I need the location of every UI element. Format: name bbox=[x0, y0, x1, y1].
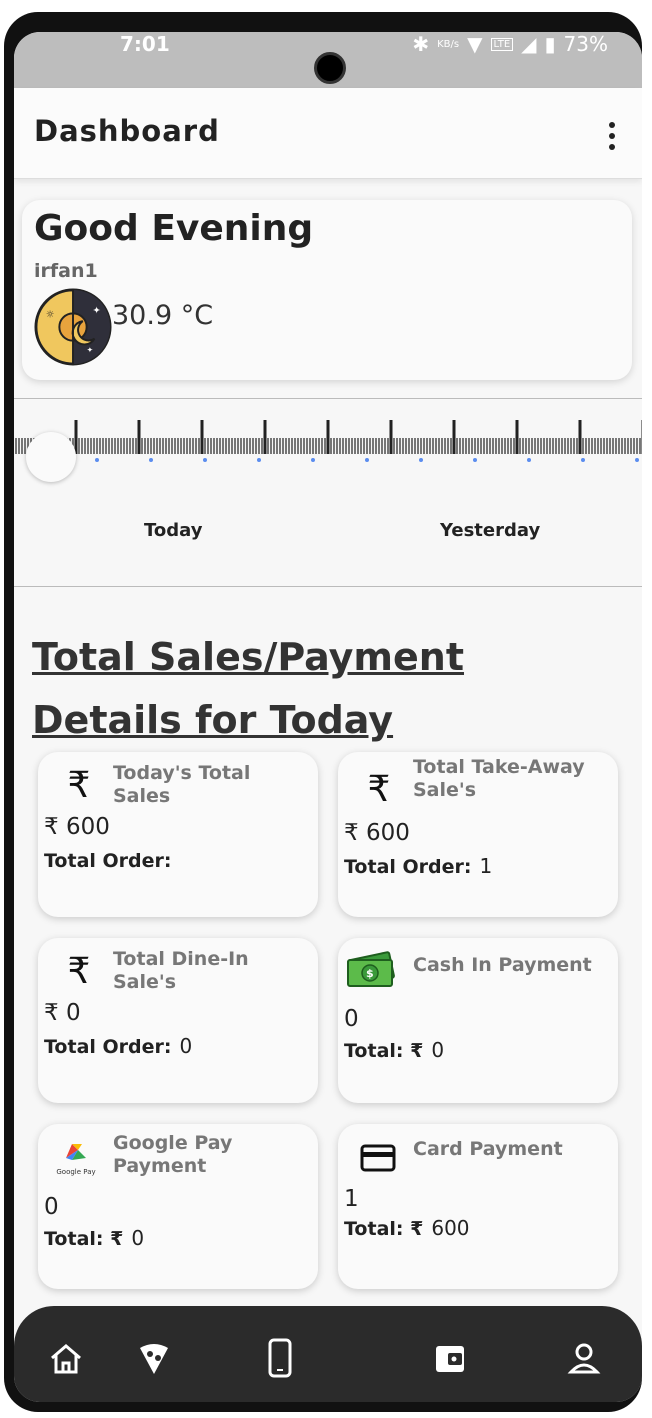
temperature: 30.9 °C bbox=[112, 300, 214, 331]
tile-amount: 0 bbox=[344, 1006, 359, 1032]
status-bar: 7:01 ✱ KB/s ▼ LTE ◢ ▮ 73% bbox=[14, 32, 642, 88]
battery-level: 73% bbox=[563, 32, 608, 56]
tile-google-pay[interactable]: Google Pay Google Pay Payment 0 Total: ₹… bbox=[38, 1124, 318, 1289]
divider bbox=[14, 398, 642, 399]
person-icon[interactable] bbox=[566, 1338, 602, 1378]
svg-text:✦: ✦ bbox=[93, 305, 101, 316]
tile-card-payment[interactable]: Card Payment 1 Total: ₹ 600 bbox=[338, 1124, 618, 1289]
tile-total-sales[interactable]: ₹ Today's Total Sales ₹ 600 Total Order: bbox=[38, 752, 318, 917]
tile-amount: 0 bbox=[44, 1194, 59, 1220]
google-pay-icon: Google Pay bbox=[48, 1138, 104, 1178]
tile-amount: 1 bbox=[344, 1186, 359, 1212]
rupee-icon: ₹ bbox=[367, 768, 391, 810]
today-label[interactable]: Today bbox=[144, 520, 202, 541]
tile-sub: Total: ₹ 0 bbox=[44, 1226, 144, 1250]
tile-take-away-sales[interactable]: ₹ Total Take-Away Sale's ₹ 600 Total Ord… bbox=[338, 752, 618, 917]
ruler-dot bbox=[581, 458, 585, 462]
ruler-dot bbox=[419, 458, 423, 462]
bluetooth-icon: ✱ bbox=[412, 32, 430, 56]
screen: 7:01 ✱ KB/s ▼ LTE ◢ ▮ 73% Dashboard Good… bbox=[14, 32, 642, 1402]
card-icon bbox=[360, 1144, 396, 1172]
net-speed: KB/s bbox=[437, 38, 460, 50]
tile-sub-value: 0 bbox=[131, 1226, 145, 1250]
phone-icon[interactable] bbox=[262, 1338, 298, 1378]
app-bar: Dashboard bbox=[14, 88, 642, 179]
tile-sub: Total Order: 0 bbox=[44, 1034, 192, 1058]
ruler-dot bbox=[203, 458, 207, 462]
google-pay-text: Google Pay bbox=[56, 1168, 96, 1176]
tile-title: Today's Total Sales bbox=[113, 762, 251, 807]
camera-cutout bbox=[314, 52, 346, 84]
tile-sub-label: Total: ₹ bbox=[344, 1040, 424, 1062]
tile-title: Card Payment bbox=[413, 1138, 563, 1160]
tile-sub-value: 0 bbox=[179, 1034, 193, 1058]
day-ruler[interactable] bbox=[14, 416, 642, 476]
rupee-icon: ₹ bbox=[67, 950, 91, 992]
yesterday-label[interactable]: Yesterday bbox=[440, 520, 540, 541]
home-icon[interactable] bbox=[48, 1338, 84, 1378]
more-vert-icon[interactable] bbox=[608, 122, 616, 150]
section-title: Total Sales/Payment Details for Today bbox=[32, 635, 465, 742]
tile-amount: ₹ 600 bbox=[344, 820, 410, 846]
tile-amount: ₹ 0 bbox=[44, 1000, 81, 1026]
device-frame: 7:01 ✱ KB/s ▼ LTE ◢ ▮ 73% Dashboard Good… bbox=[4, 12, 642, 1412]
ruler-dot bbox=[365, 458, 369, 462]
tile-sub-value: 1 bbox=[479, 854, 493, 878]
tile-title: Total Dine-In Sale's bbox=[113, 948, 249, 993]
tile-sub-label: Total Order: bbox=[44, 1036, 172, 1058]
svg-text:✦: ✦ bbox=[87, 345, 94, 354]
tile-dine-in-sales[interactable]: ₹ Total Dine-In Sale's ₹ 0 Total Order: 0 bbox=[38, 938, 318, 1103]
tile-sub-value: 600 bbox=[431, 1216, 470, 1240]
page-title: Dashboard bbox=[34, 114, 220, 148]
tile-sub-label: Total: ₹ bbox=[344, 1218, 424, 1240]
tile-sub-value: 0 bbox=[431, 1038, 445, 1062]
tile-title: Total Take-Away Sale's bbox=[413, 756, 585, 801]
tile-sub: Total: ₹ 0 bbox=[344, 1038, 444, 1062]
ruler-dot bbox=[473, 458, 477, 462]
wallet-icon[interactable] bbox=[432, 1338, 468, 1378]
tile-cash-payment[interactable]: $ Cash In Payment 0 Total: ₹ 0 bbox=[338, 938, 618, 1103]
ruler-dot bbox=[257, 458, 261, 462]
tile-sub-label: Total Order: bbox=[44, 850, 172, 872]
wifi-icon: ▼ bbox=[467, 32, 483, 56]
ruler-dot bbox=[311, 458, 315, 462]
greeting-title: Good Evening bbox=[34, 208, 314, 249]
tile-sub: Total Order: 1 bbox=[344, 854, 492, 878]
cash-icon: $ bbox=[347, 951, 395, 987]
day-slider-knob[interactable] bbox=[26, 432, 76, 482]
ruler-dot bbox=[635, 458, 639, 462]
tile-sub: Total: ₹ 600 bbox=[344, 1216, 470, 1240]
ruler-dot bbox=[95, 458, 99, 462]
day-night-icon: ✦ ✦ ☼ bbox=[34, 288, 112, 366]
greeting-card: Good Evening irfan1 ✦ ✦ ☼ 30.9 °C bbox=[22, 200, 632, 380]
svg-text:☼: ☼ bbox=[46, 309, 55, 320]
tile-sub-label: Total: ₹ bbox=[44, 1228, 124, 1250]
bottom-navigation bbox=[14, 1306, 642, 1402]
tile-title: Cash In Payment bbox=[413, 954, 592, 976]
svg-text:$: $ bbox=[366, 967, 374, 980]
tile-sub: Total Order: bbox=[44, 848, 180, 872]
rupee-icon: ₹ bbox=[67, 764, 91, 806]
ruler-dot bbox=[527, 458, 531, 462]
status-icons: ✱ KB/s ▼ LTE ◢ ▮ 73% bbox=[412, 32, 608, 56]
tile-title: Google Pay Payment bbox=[113, 1132, 233, 1177]
user-name: irfan1 bbox=[34, 260, 98, 282]
status-time: 7:01 bbox=[120, 32, 170, 56]
tile-sub-label: Total Order: bbox=[344, 856, 472, 878]
ruler-dot bbox=[149, 458, 153, 462]
signal-icon: ◢ bbox=[521, 32, 537, 56]
network-type: LTE bbox=[490, 37, 514, 51]
tile-amount: ₹ 600 bbox=[44, 814, 110, 840]
battery-icon: ▮ bbox=[544, 32, 556, 56]
pizza-icon[interactable] bbox=[136, 1338, 172, 1378]
divider bbox=[14, 586, 642, 587]
